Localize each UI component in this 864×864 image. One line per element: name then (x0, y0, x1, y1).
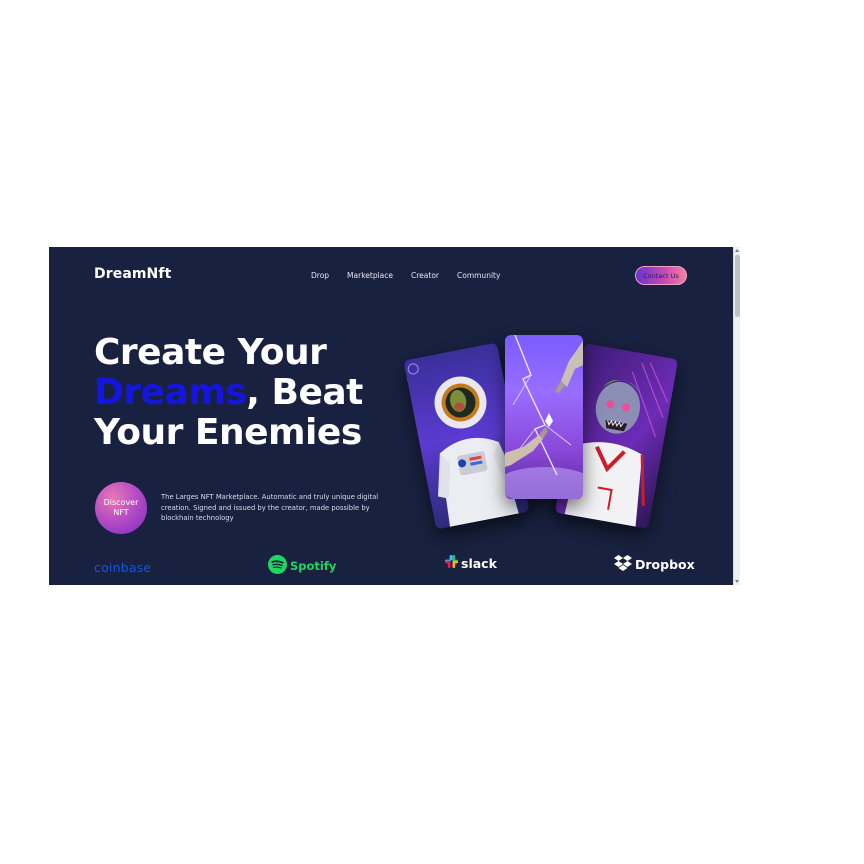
brand-spotify-label: Spotify (290, 559, 337, 573)
hero-title-line2: , Beat (246, 372, 363, 413)
hero-title-line1: Create Your (94, 332, 327, 373)
scroll-up-icon[interactable] (735, 249, 739, 252)
brand-coinbase[interactable]: coinbase (94, 560, 151, 575)
discover-label-line2: NFT (113, 508, 129, 517)
nav-link-drop[interactable]: Drop (311, 271, 329, 280)
scroll-down-icon[interactable] (735, 580, 739, 583)
nav-link-creator[interactable]: Creator (411, 271, 439, 280)
vertical-scrollbar[interactable] (733, 247, 740, 585)
site-logo[interactable]: DreamNft (94, 266, 171, 282)
nft-card-lightning[interactable] (505, 335, 583, 499)
browser-viewport: DreamNft Drop Marketplace Creator Commun… (49, 247, 740, 585)
brand-dropbox-label: Dropbox (635, 557, 695, 572)
dropbox-icon (614, 555, 632, 574)
main-nav: Drop Marketplace Creator Community (311, 271, 500, 280)
brand-coinbase-label: coinbase (94, 560, 152, 575)
contact-us-button[interactable]: Contact Us (635, 266, 687, 285)
brand-slack-label: slack (461, 555, 497, 571)
slack-icon (445, 555, 458, 571)
brand-spotify[interactable]: Spotify (268, 555, 336, 577)
hero-description: The Larges NFT Marketplace. Automatic an… (161, 493, 379, 523)
hero-title: Create Your Dreams, Beat Your Enemies (94, 333, 363, 453)
nav-link-community[interactable]: Community (457, 271, 500, 280)
nav-link-marketplace[interactable]: Marketplace (347, 271, 393, 280)
spotify-icon (268, 555, 287, 577)
discover-nft-button[interactable]: Discover NFT (95, 482, 147, 534)
hero-title-line3: Your Enemies (94, 412, 362, 453)
brand-dropbox[interactable]: Dropbox (614, 555, 695, 574)
brand-strip: coinbase Spotify slack Dropbox (49, 555, 733, 579)
scrollbar-thumb[interactable] (735, 255, 740, 317)
hero-title-highlight: Dreams (94, 372, 247, 413)
discover-label-line1: Discover (103, 498, 139, 507)
brand-slack[interactable]: slack (445, 555, 497, 571)
